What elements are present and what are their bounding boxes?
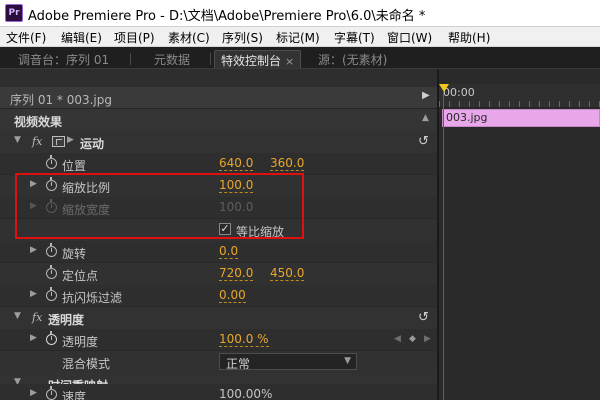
tab-metadata[interactable]: 元数据 <box>148 50 196 68</box>
expand-triangle-icon[interactable]: ▼ <box>14 311 21 321</box>
menu-help[interactable]: 帮助(H) <box>448 29 490 46</box>
chevron-down-icon: ▼ <box>344 356 351 366</box>
add-keyframe-icon[interactable]: ◆ <box>409 334 416 344</box>
sequence-clip-label: 序列 01 * 003.jpg <box>10 93 113 107</box>
position-y-value[interactable]: 360.0 <box>270 157 305 171</box>
property-label: 抗闪烁过滤 <box>62 291 123 305</box>
stopwatch-icon[interactable] <box>46 243 57 257</box>
fx-icon[interactable]: fx <box>32 311 42 324</box>
expand-triangle-icon[interactable]: ▶ <box>30 388 37 398</box>
property-position: 位置 640.0 360.0 <box>0 153 439 175</box>
motion-transform-icon[interactable] <box>52 136 65 147</box>
menu-window[interactable]: 窗口(W) <box>387 29 432 46</box>
effect-opacity[interactable]: ▼ fx 透明度 ↺ <box>0 307 439 329</box>
menu-title[interactable]: 字幕(T) <box>334 29 375 46</box>
stopwatch-icon[interactable] <box>46 287 57 301</box>
property-anchor-point: 定位点 720.0 450.0 <box>0 263 439 285</box>
play-triangle-icon[interactable]: ▶ <box>422 90 430 101</box>
stopwatch-icon[interactable] <box>46 155 57 169</box>
tab-separator <box>130 53 131 65</box>
effect-label: 透明度 <box>48 313 85 327</box>
property-label: 旋转 <box>62 247 87 261</box>
menu-file[interactable]: 文件(F) <box>6 29 46 46</box>
stopwatch-icon[interactable] <box>46 386 57 400</box>
timeline-clip[interactable]: 003.jpg <box>442 109 600 127</box>
tab-audio-mixer[interactable]: 调音台：序列 01 <box>12 50 115 68</box>
dropdown-value: 正常 <box>226 357 251 371</box>
property-blend-mode: 混合模式 正常 ▼ <box>0 351 439 373</box>
expand-triangle-icon[interactable]: ▶ <box>67 135 74 145</box>
effect-label: 运动 <box>80 137 105 151</box>
section-video-effects: 视频效果 ▲ <box>0 109 439 131</box>
close-icon[interactable]: × <box>285 55 294 68</box>
tab-separator <box>210 53 211 65</box>
opacity-value[interactable]: 100.0 % <box>219 333 269 347</box>
playhead-icon[interactable] <box>439 84 449 92</box>
anchor-x-value[interactable]: 720.0 <box>219 267 254 281</box>
menu-marker[interactable]: 标记(M) <box>276 29 320 46</box>
time-ruler[interactable]: 00:00 <box>439 84 600 108</box>
speed-value[interactable]: 100.00% <box>219 388 272 400</box>
premiere-app-icon: Pr <box>5 4 23 22</box>
section-label: 视频效果 <box>14 115 63 129</box>
expand-triangle-icon[interactable]: ▼ <box>14 135 21 145</box>
reset-icon[interactable]: ↺ <box>418 310 429 325</box>
expand-triangle-icon[interactable]: ▶ <box>30 289 37 299</box>
blend-mode-dropdown[interactable]: 正常 ▼ <box>219 353 357 371</box>
menu-bar: 文件(F) 编辑(E) 项目(P) 素材(C) 序列(S) 标记(M) 字幕(T… <box>0 27 600 47</box>
expand-triangle-icon[interactable]: ▶ <box>30 333 37 343</box>
effect-timeline-panel: 00:00 003.jpg <box>439 69 600 400</box>
effect-motion[interactable]: ▼ fx ▶ 运动 ↺ <box>0 131 439 153</box>
menu-project[interactable]: 项目(P) <box>114 29 155 46</box>
stopwatch-icon[interactable] <box>46 265 57 279</box>
property-rotation: ▶ 旋转 0.0 <box>0 241 439 263</box>
prev-keyframe-icon[interactable]: ◀ <box>394 334 401 344</box>
anti-flicker-value[interactable]: 0.00 <box>219 289 246 303</box>
clip-name: 003.jpg <box>446 111 488 124</box>
property-label: 位置 <box>62 159 87 173</box>
reset-icon[interactable]: ↺ <box>418 134 429 149</box>
playhead-line <box>443 91 444 400</box>
anchor-y-value[interactable]: 450.0 <box>270 267 305 281</box>
property-label: 定位点 <box>62 269 99 283</box>
sequence-header: 序列 01 * 003.jpg ▶ <box>0 87 439 109</box>
tab-effect-controls-label: 特效控制台 <box>221 54 282 68</box>
next-keyframe-icon[interactable]: ▶ <box>424 334 431 344</box>
ruler-ticks <box>439 101 600 107</box>
panel-tab-bar: 调音台：序列 01 元数据 特效控制台 × 源：(无素材) <box>0 47 600 69</box>
property-label: 速度 <box>62 390 87 400</box>
scroll-up-triangle-icon[interactable]: ▲ <box>422 113 429 123</box>
title-bar: Pr Adobe Premiere Pro - D:\文档\Adobe\Prem… <box>0 0 600 27</box>
menu-edit[interactable]: 编辑(E) <box>61 29 102 46</box>
property-label: 透明度 <box>62 335 99 349</box>
property-anti-flicker: ▶ 抗闪烁过滤 0.00 <box>0 285 439 307</box>
rotation-value[interactable]: 0.0 <box>219 245 239 259</box>
property-opacity: ▶ 透明度 100.0 % ◀ ◆ ▶ <box>0 329 439 351</box>
menu-sequence[interactable]: 序列(S) <box>222 29 263 46</box>
property-label: 混合模式 <box>62 357 111 371</box>
highlight-annotation-box <box>15 173 304 239</box>
tab-source[interactable]: 源：(无素材) <box>312 50 393 68</box>
expand-triangle-icon[interactable]: ▶ <box>30 245 37 255</box>
window-title: Adobe Premiere Pro - D:\文档\Adobe\Premier… <box>28 9 426 24</box>
position-x-value[interactable]: 640.0 <box>219 157 254 171</box>
fx-icon[interactable]: fx <box>32 135 42 148</box>
tab-effect-controls[interactable]: 特效控制台 × <box>214 50 302 68</box>
property-speed: ▶ 速度 100.00% <box>0 384 439 400</box>
menu-clip[interactable]: 素材(C) <box>168 29 210 46</box>
stopwatch-icon[interactable] <box>46 331 57 345</box>
